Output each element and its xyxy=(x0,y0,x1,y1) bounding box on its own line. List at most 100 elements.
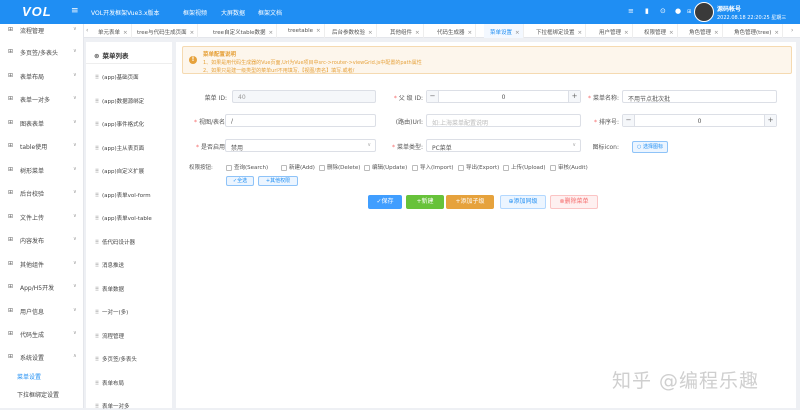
tree-item[interactable]: ⠿ 表单一对多 xyxy=(95,402,130,410)
mobile-icon[interactable]: ▮ xyxy=(645,7,649,15)
enabled-select[interactable]: 禁用 ∨ xyxy=(225,139,376,152)
save-button[interactable]: ✓保存 xyxy=(368,195,402,209)
tree-item[interactable]: ⠿ 多页签/多表头 xyxy=(95,355,137,363)
sidebar-item-app-h5[interactable]: ⊞ App/H5开发 ∨ xyxy=(0,283,84,295)
sidebar-item-tree-menu[interactable]: ⊞ 树形菜单 ∨ xyxy=(0,166,84,178)
perm-update-checkbox[interactable]: 编辑(Update) xyxy=(364,163,407,171)
menu-type-select[interactable]: PC菜单 ∨ xyxy=(426,139,581,152)
route-url-field[interactable]: 如:上海菜单配置说明 xyxy=(426,114,581,127)
tree-item[interactable]: ⠿ (app)表单vol-form xyxy=(95,191,151,199)
choose-icon-button[interactable]: ○ 选择图标 xyxy=(632,141,668,153)
new-button[interactable]: +新建 xyxy=(406,195,444,209)
minus-icon[interactable]: − xyxy=(427,91,439,102)
perm-delete-checkbox[interactable]: 删除(Delete) xyxy=(319,163,360,171)
parent-id-stepper[interactable]: −0 + xyxy=(426,90,581,103)
close-icon[interactable]: × xyxy=(123,30,128,36)
tab-code-generator[interactable]: 代码生成器 × xyxy=(431,24,477,38)
sidebar-item-multi-tab[interactable]: ⊞ 多页签/多表头 ∨ xyxy=(0,48,84,60)
close-icon[interactable]: × xyxy=(316,28,321,34)
tree-item[interactable]: ⠿ 表单数据 xyxy=(95,285,124,293)
delete-menu-button[interactable]: ⊗删除菜单 xyxy=(550,195,598,209)
select-all-button[interactable]: ✓全选 xyxy=(226,176,254,186)
close-icon[interactable]: × xyxy=(415,30,420,36)
sidebar-item-table[interactable]: ⊞ table使用 ∨ xyxy=(0,142,84,154)
sidebar-item-workflow[interactable]: ⊞ 流程管理 ∨ xyxy=(0,26,84,38)
tree-item[interactable]: ⠿ 低代码设计器 xyxy=(95,238,135,246)
close-icon[interactable]: × xyxy=(190,30,195,36)
close-icon[interactable]: × xyxy=(714,30,719,36)
plus-icon[interactable]: + xyxy=(764,115,776,126)
close-icon[interactable]: × xyxy=(774,30,779,36)
tab-user-management[interactable]: 用户管理 × xyxy=(593,24,633,38)
sidebar-item-one-to-many[interactable]: ⊞ 表单一对多 ∨ xyxy=(0,95,84,107)
close-icon[interactable]: × xyxy=(269,30,274,36)
tab-permission-management[interactable]: 权限管理 × xyxy=(638,24,678,38)
grid-icon[interactable]: ⊞ xyxy=(687,9,691,15)
sidebar-item-user-info[interactable]: ⊞ 用户信息 ∨ xyxy=(0,307,84,319)
menu-toggle-icon[interactable]: ≡ xyxy=(71,6,79,16)
other-permission-button[interactable]: +其他权限 xyxy=(258,176,298,186)
menu-id-field[interactable]: 40 xyxy=(232,90,376,103)
perm-search-checkbox[interactable]: 查询(Search) xyxy=(226,163,268,171)
sort-stepper[interactable]: − 0 + xyxy=(622,114,777,127)
perm-export-checkbox[interactable]: 导出(Export) xyxy=(458,163,499,171)
tree-item[interactable]: ⠿ (app)自定义扩展 xyxy=(95,167,144,175)
tab-menu-settings[interactable]: 菜单设置 × xyxy=(484,24,524,38)
tree-item[interactable]: ⠿ (app)基础页面 xyxy=(95,73,139,81)
close-icon[interactable]: × xyxy=(468,30,473,36)
menu-name-field[interactable]: 不用节点批次批 xyxy=(622,90,777,103)
sidebar-sub-menu-settings[interactable]: 菜单设置 xyxy=(17,372,41,381)
close-icon[interactable]: × xyxy=(669,30,674,36)
tab-role-tree[interactable]: 角色管理(tree) × xyxy=(728,24,783,38)
sidebar-item-validation[interactable]: ⊞ 后台校验 ∨ xyxy=(0,189,84,201)
tree-item[interactable]: ⠿ 流程管理 xyxy=(95,332,124,340)
menu-icon[interactable]: ≡ xyxy=(628,7,634,15)
tab-dropdown-settings[interactable]: 下拉框绑定设置 × xyxy=(530,24,587,38)
perm-audit-checkbox[interactable]: 审核(Audit) xyxy=(550,163,588,171)
close-icon[interactable]: × xyxy=(578,30,583,36)
perm-import-checkbox[interactable]: 导入(Import) xyxy=(412,163,454,171)
sidebar-item-components[interactable]: ⊞ 其他组件 ∨ xyxy=(0,260,84,272)
sidebar-item-upload[interactable]: ⊞ 文件上传 ∨ xyxy=(0,213,84,225)
notification-icon[interactable]: ● xyxy=(675,7,681,15)
avatar[interactable] xyxy=(694,2,714,22)
tree-item[interactable]: ⠿ (app)表单vol-table xyxy=(95,214,152,222)
view-table-field[interactable]: / xyxy=(225,114,376,127)
sidebar: ⊞ 流程管理 ∨ ⊞ 多页签/多表头 ∨ ⊞ 表单布局 ∨ ⊞ 表单一对多 ∨ ⊞ 图表表单 ∨ ⊞… xyxy=(0,24,84,408)
tab-unit-form[interactable]: 单元表单 × xyxy=(92,24,132,38)
perm-add-checkbox[interactable]: 新建(Add) xyxy=(281,163,315,171)
tree-item[interactable]: ⠿ (app)事件格式化 xyxy=(95,120,144,128)
tree-item[interactable]: ⠿ (app)数据源绑定 xyxy=(95,97,144,105)
perm-upload-checkbox[interactable]: 上传(Upload) xyxy=(503,163,546,171)
user-name[interactable]: 源码帐号 xyxy=(717,4,741,13)
sidebar-item-system-settings[interactable]: ⊞ 系统设置 ∧ xyxy=(0,353,84,365)
tree-item[interactable]: ⠿ (app)主从表页面 xyxy=(95,144,144,152)
close-icon[interactable]: × xyxy=(515,30,520,36)
tab-tree-custom-table[interactable]: tree自定义table数据 × xyxy=(207,24,278,38)
tab-other-components[interactable]: 其他组件 × xyxy=(384,24,424,38)
close-icon[interactable]: × xyxy=(368,30,373,36)
sidebar-item-form-layout[interactable]: ⊞ 表单布局 ∨ xyxy=(0,72,84,84)
sidebar-sub-dropdown-settings[interactable]: 下拉框绑定设置 xyxy=(17,390,59,399)
close-icon[interactable]: × xyxy=(624,30,629,36)
add-sibling-button[interactable]: ⊕添加同级 xyxy=(500,195,546,209)
nav-video-link[interactable]: 框架视频 xyxy=(183,8,207,17)
nav-dashboard-link[interactable]: 大屏数据 xyxy=(221,8,245,17)
sidebar-item-content[interactable]: ⊞ 内容发布 ∨ xyxy=(0,236,84,248)
tree-item[interactable]: ⠿ 一对一(多) xyxy=(95,308,128,316)
nav-docs-link[interactable]: 框架文档 xyxy=(258,8,282,17)
tree-item[interactable]: ⠿ 表单布局 xyxy=(95,379,124,387)
github-icon[interactable]: ⊙ xyxy=(660,7,666,15)
tab-tree-codegen[interactable]: tree与代码生成页面 × xyxy=(131,24,199,38)
sidebar-item-label: table使用 xyxy=(20,144,48,151)
minus-icon[interactable]: − xyxy=(623,115,635,126)
sidebar-item-chart-form[interactable]: ⊞ 图表表单 ∨ xyxy=(0,119,84,131)
chevron-left-icon[interactable]: ‹ xyxy=(86,27,88,34)
tree-item[interactable]: ⠿ 消息推送 xyxy=(95,261,124,269)
add-child-button[interactable]: +添加子级 xyxy=(446,195,494,209)
tab-treetable[interactable]: treetable × xyxy=(282,24,325,38)
tab-role-management[interactable]: 角色管理 × xyxy=(683,24,723,38)
chevron-right-icon[interactable]: › xyxy=(791,27,793,34)
tab-param-validation[interactable]: 后台参数校验 × xyxy=(326,24,377,38)
sidebar-item-codegen[interactable]: ⊞ 代码生成 ∨ xyxy=(0,330,84,342)
